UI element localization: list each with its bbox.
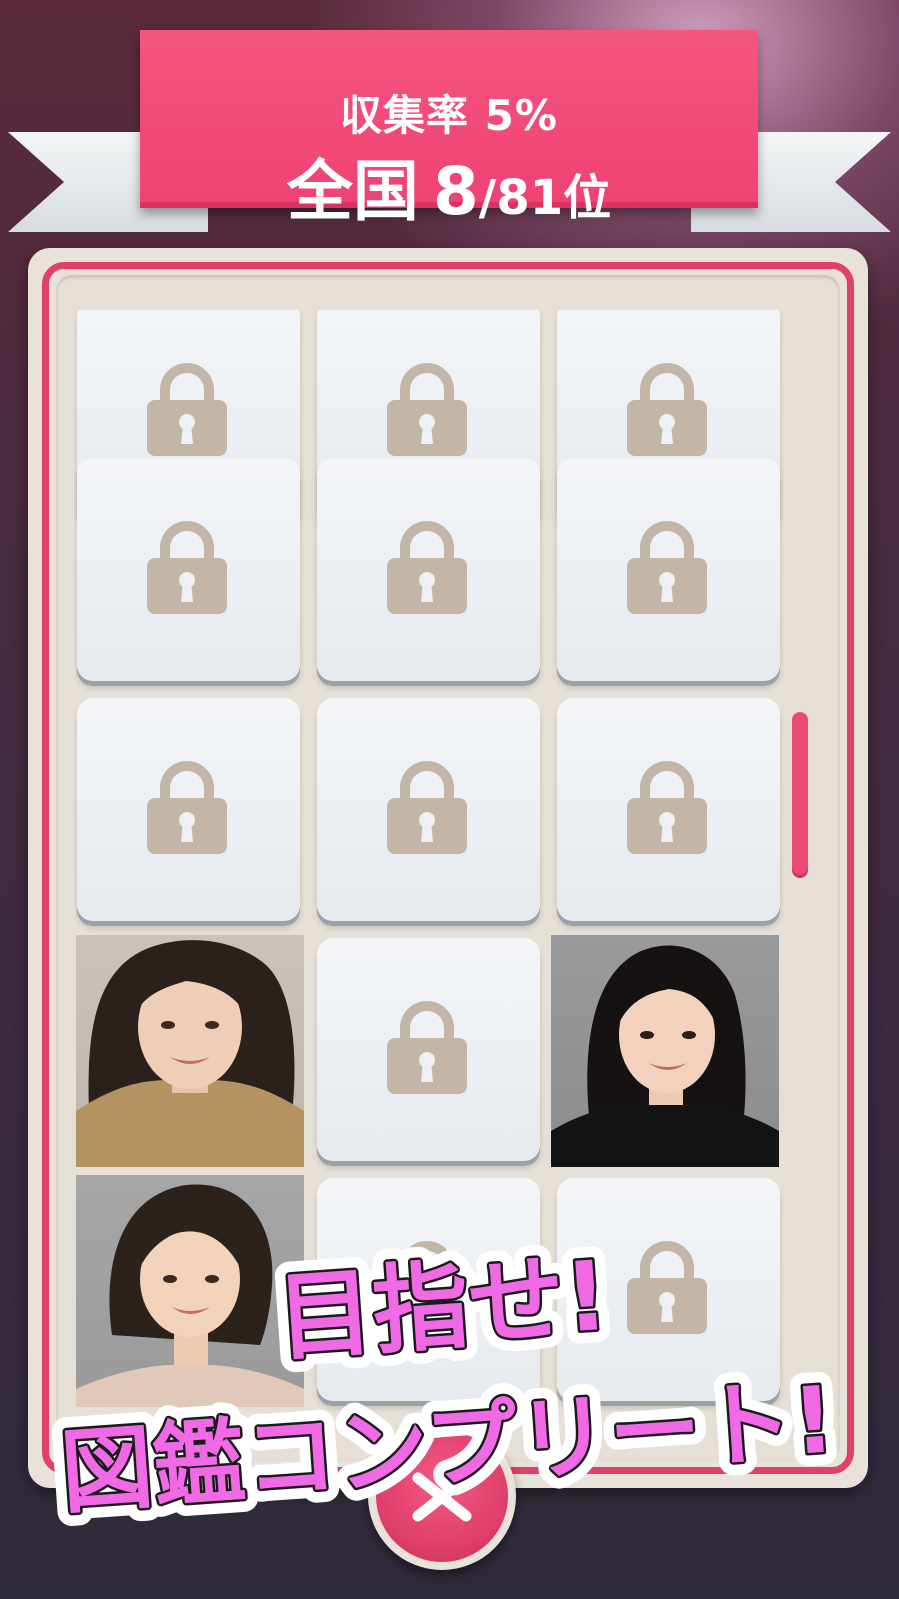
gallery-scrollbar[interactable] xyxy=(792,712,808,878)
rank-value: 8 xyxy=(432,153,479,230)
gallery-cell-locked[interactable] xyxy=(77,698,300,921)
lock-icon xyxy=(147,521,227,614)
gallery-cell-locked[interactable] xyxy=(77,458,300,681)
ranking-banner: 収集率 5% 全国 8/81位 xyxy=(140,30,758,230)
lock-icon xyxy=(147,363,227,456)
rank-suffix: /81位 xyxy=(478,170,612,226)
gallery-cell-locked[interactable] xyxy=(317,698,540,921)
lock-icon xyxy=(387,521,467,614)
gallery-cell-locked[interactable] xyxy=(557,458,780,681)
gallery-portrait-short-hair[interactable] xyxy=(76,1175,304,1407)
collection-rate-label: 収集率 5% xyxy=(340,91,558,140)
close-icon xyxy=(412,1472,472,1522)
lock-icon xyxy=(627,1241,707,1334)
gallery-cell-locked[interactable] xyxy=(557,698,780,921)
lock-icon xyxy=(627,761,707,854)
gallery-portrait-black-top[interactable] xyxy=(551,935,779,1167)
lock-icon xyxy=(387,363,467,456)
gallery-cell-locked[interactable] xyxy=(317,458,540,681)
national-rank-label: 全国 8/81位 xyxy=(140,138,758,234)
lock-icon xyxy=(387,1241,467,1334)
gallery-cell-locked[interactable] xyxy=(557,1178,780,1401)
portrait-image xyxy=(551,945,779,1167)
lock-icon xyxy=(387,761,467,854)
lock-icon xyxy=(387,1001,467,1094)
lock-icon xyxy=(627,521,707,614)
rank-prefix: 全国 xyxy=(286,153,419,230)
portrait-image xyxy=(76,1184,304,1407)
gallery-portrait-beige-sweater[interactable] xyxy=(76,935,304,1167)
portrait-image xyxy=(76,940,304,1167)
gallery-cell-locked[interactable] xyxy=(317,938,540,1161)
lock-icon xyxy=(627,363,707,456)
gallery-grid[interactable] xyxy=(74,310,794,1460)
gallery-cell-locked[interactable] xyxy=(317,1178,540,1401)
close-button[interactable] xyxy=(368,1422,516,1570)
lock-icon xyxy=(147,761,227,854)
